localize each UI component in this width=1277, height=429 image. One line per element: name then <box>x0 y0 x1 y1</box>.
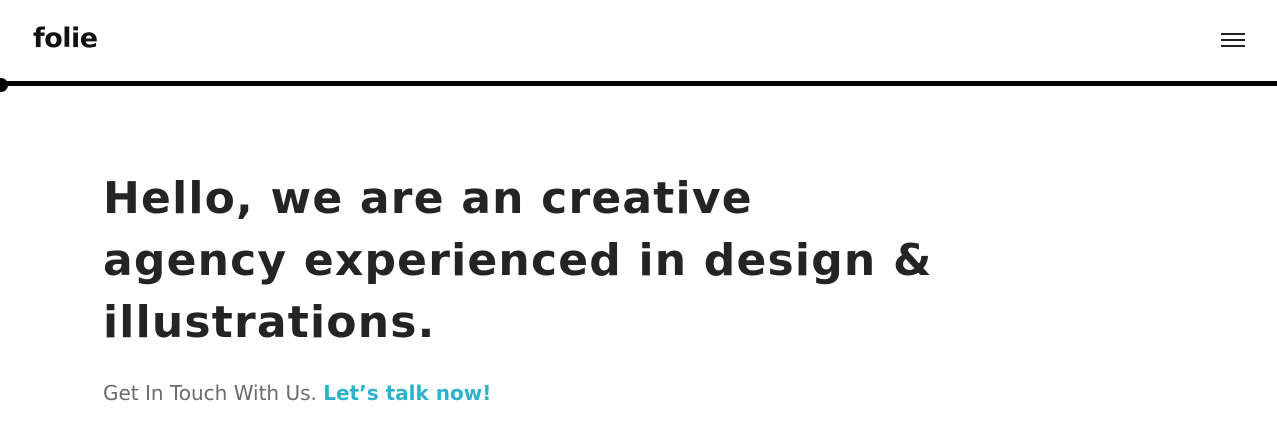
hero-title-line: agency experienced in design & <box>103 235 933 286</box>
hero-section: Hello, we are an creative agency experie… <box>103 168 983 354</box>
scroll-progress-knob <box>0 78 8 92</box>
hamburger-menu-icon-middle-bar <box>1221 39 1245 41</box>
site-header: folie <box>0 0 1277 82</box>
contact-cta: Get In Touch With Us. Let’s talk now! <box>103 377 491 409</box>
hamburger-menu-button[interactable] <box>1214 26 1252 54</box>
logo[interactable]: folie <box>33 20 98 58</box>
lets-talk-link[interactable]: Let’s talk now! <box>323 381 491 405</box>
hero-title-line: illustrations. <box>103 297 436 348</box>
scroll-progress-track <box>0 81 1277 86</box>
hamburger-menu-icon <box>1221 33 1245 35</box>
hero-title-line: Hello, we are an creative <box>103 173 753 224</box>
contact-cta-text: Get In Touch With Us. <box>103 381 317 405</box>
hero-title: Hello, we are an creative agency experie… <box>103 168 983 354</box>
page: folie Hello, we are an creative agency e… <box>0 0 1277 429</box>
hamburger-menu-icon-bottom-bar <box>1221 45 1245 47</box>
